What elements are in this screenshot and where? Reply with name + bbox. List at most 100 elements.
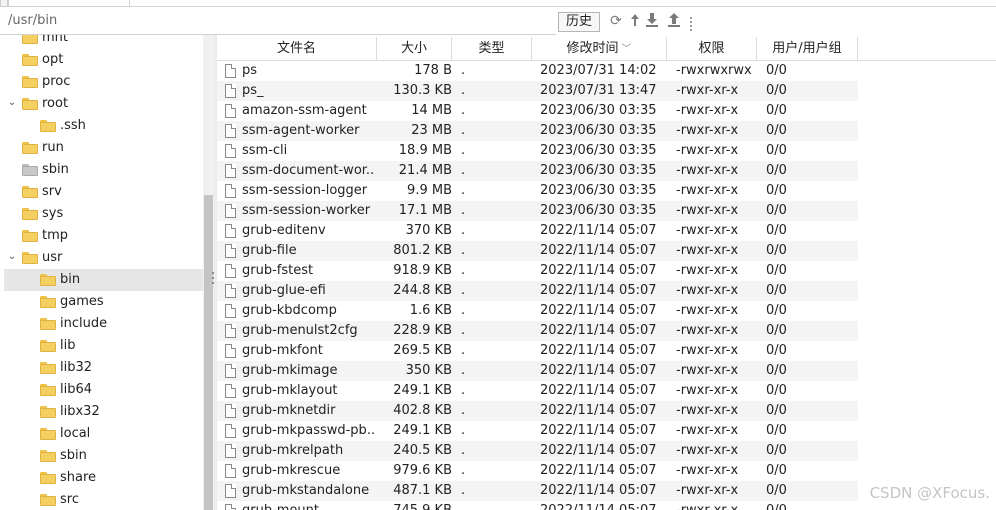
file-type: . <box>461 83 466 98</box>
file-type: . <box>461 323 466 338</box>
tree-item[interactable]: mnt <box>4 35 203 49</box>
column-header-modified[interactable]: 修改时间 ﹀ <box>532 37 667 61</box>
tree-item[interactable]: games <box>4 291 203 313</box>
file-modified: 2022/11/14 05:07 <box>540 343 657 358</box>
file-modified: 2022/11/14 05:07 <box>540 483 657 498</box>
tree-item[interactable]: include <box>4 313 203 335</box>
table-row[interactable]: grub-file 801.2 KB. 2022/11/14 05:07 -rwxr-… <box>217 241 858 261</box>
tree-item-label: sbin <box>60 448 87 463</box>
table-row[interactable]: grub-editenv 370 KB. 2022/11/14 05:07 -rwxr… <box>217 221 858 241</box>
column-header-type[interactable]: 类型 <box>452 37 532 61</box>
tree-item-label: local <box>60 426 91 441</box>
toolbar-grip[interactable] <box>690 17 693 33</box>
table-row[interactable]: grub-mkrelpath 240.5 KB. 2022/11/14 05:07 -… <box>217 441 858 461</box>
table-row[interactable]: amazon-ssm-agent 14 MB. 2023/06/30 03:35 -r… <box>217 101 858 121</box>
path-bar: /usr/bin 历史 ⟳ <box>0 9 996 35</box>
tab-edge-active[interactable] <box>8 0 130 7</box>
file-permissions: -rwxr-xr-x <box>676 483 739 498</box>
table-row[interactable]: ps 178 B. 2023/07/31 14:02 -rwxrwxrwx 0/0 <box>217 61 858 81</box>
table-row[interactable]: grub-mount745.9 KB. 2022/11/14 05:07 -rwxr… <box>217 501 858 510</box>
table-row[interactable]: grub-mkrescue 979.6 KB. 2022/11/14 05:07 -r… <box>217 461 858 481</box>
table-row[interactable]: grub-mkfont 269.5 KB. 2022/11/14 05:07 -rwx… <box>217 341 858 361</box>
table-row[interactable]: grub-fstest 918.9 KB. 2022/11/14 05:07 -rwx… <box>217 261 858 281</box>
expand-chevron-icon[interactable]: ⌄ <box>6 251 18 263</box>
download-icon[interactable] <box>644 12 660 30</box>
table-row[interactable]: grub-mkstandalone 487.1 KB. 2022/11/14 05:… <box>217 481 858 501</box>
table-row[interactable]: ssm-session-logger 9.9 MB. 2023/06/30 03:3… <box>217 181 858 201</box>
table-row[interactable]: ssm-document-wor... 21.4 MB. 2023/06/30 03… <box>217 161 858 181</box>
tree-item-label: games <box>60 294 104 309</box>
table-row[interactable]: grub-glue-efi 244.8 KB. 2022/11/14 05:07 -r… <box>217 281 858 301</box>
file-modified: 2022/11/14 05:07 <box>540 303 657 318</box>
column-header-name[interactable]: 文件名 <box>217 37 377 61</box>
tree-item[interactable]: src <box>4 489 203 510</box>
file-icon <box>225 404 236 418</box>
tree-item[interactable]: lib <box>4 335 203 357</box>
file-permissions: -rwxr-xr-x <box>676 263 739 278</box>
tree-item[interactable]: run <box>4 137 203 159</box>
folder-tree: mnt opt proc ⌄ root .ssh run sbin srv sys tmp ⌄ usr b… <box>0 35 203 510</box>
table-row[interactable]: grub-mknetdir 402.8 KB. 2022/11/14 05:07 -r… <box>217 401 858 421</box>
file-icon <box>225 384 236 398</box>
tree-item[interactable]: proc <box>4 71 203 93</box>
file-permissions: -rwxr-xr-x <box>676 163 739 178</box>
file-icon <box>225 324 236 338</box>
tree-scrollbar-thumb[interactable] <box>204 195 213 510</box>
table-row[interactable]: ps_ 130.3 KB. 2023/07/31 13:47 -rwxr-xr-x 0/… <box>217 81 858 101</box>
table-row[interactable]: grub-kbdcomp 1.6 KB. 2022/11/14 05:07 -rwxr… <box>217 301 858 321</box>
file-size: 14 MB <box>411 103 452 118</box>
history-button[interactable]: 历史 <box>558 12 600 32</box>
splitter-grip[interactable] <box>212 272 215 290</box>
file-permissions: -rwxrwxrwx <box>676 63 752 78</box>
table-row[interactable]: grub-menulst2cfg 228.9 KB. 2022/11/14 05:0… <box>217 321 858 341</box>
file-name: ssm-document-wor... <box>242 163 374 178</box>
tree-item[interactable]: bin <box>4 269 203 291</box>
file-owner: 0/0 <box>766 63 787 78</box>
tree-item[interactable]: local <box>4 423 203 445</box>
tree-item-label: proc <box>42 74 71 89</box>
tab-strip-line <box>130 6 996 7</box>
file-type: . <box>461 343 466 358</box>
refresh-icon[interactable]: ⟳ <box>608 12 624 30</box>
file-name: grub-mkfont <box>242 343 323 358</box>
folder-icon <box>22 230 38 242</box>
tree-item[interactable]: share <box>4 467 203 489</box>
tree-item-label: usr <box>42 250 63 265</box>
tree-item[interactable]: lib64 <box>4 379 203 401</box>
tree-item[interactable]: lib32 <box>4 357 203 379</box>
table-row[interactable]: grub-mkpasswd-pb... 249.1 KB. 2022/11/14 0… <box>217 421 858 441</box>
expand-chevron-icon[interactable]: ⌄ <box>6 97 18 109</box>
table-row[interactable]: grub-mklayout 249.1 KB. 2022/11/14 05:07 -r… <box>217 381 858 401</box>
table-row[interactable]: grub-mkimage 350 KB. 2022/11/14 05:07 -rwxr… <box>217 361 858 381</box>
folder-icon <box>40 472 56 484</box>
file-owner: 0/0 <box>766 263 787 278</box>
file-type: . <box>461 103 466 118</box>
file-size: 801.2 KB <box>393 243 452 258</box>
column-header-size[interactable]: 大小 <box>377 37 452 61</box>
table-row[interactable]: ssm-session-worker 17.1 MB. 2023/06/30 03:… <box>217 201 858 221</box>
tab-edge-left[interactable] <box>0 0 8 7</box>
tree-item[interactable]: libx32 <box>4 401 203 423</box>
file-permissions: -rwxr-xr-x <box>676 223 739 238</box>
tree-item[interactable]: sbin <box>4 445 203 467</box>
tree-item[interactable]: opt <box>4 49 203 71</box>
table-row[interactable]: ssm-agent-worker 23 MB. 2023/06/30 03:35 -r… <box>217 121 858 141</box>
tree-item[interactable]: srv <box>4 181 203 203</box>
tree-item[interactable]: .ssh <box>4 115 203 137</box>
tree-item[interactable]: sbin <box>4 159 203 181</box>
parent-dir-icon[interactable] <box>627 12 643 30</box>
file-list-header: 文件名 大小 类型 修改时间 ﹀ 权限 用户/用户组 <box>217 37 996 61</box>
file-owner: 0/0 <box>766 103 787 118</box>
file-size: 240.5 KB <box>393 443 452 458</box>
file-type: . <box>461 383 466 398</box>
tree-item[interactable]: tmp <box>4 225 203 247</box>
upload-icon[interactable] <box>666 12 682 30</box>
tree-item[interactable]: ⌄ root <box>4 93 203 115</box>
tree-item[interactable]: ⌄ usr <box>4 247 203 269</box>
tree-item[interactable]: sys <box>4 203 203 225</box>
path-input[interactable]: /usr/bin <box>8 13 57 28</box>
column-header-owner[interactable]: 用户/用户组 <box>757 37 858 61</box>
file-permissions: -rwxr-xr-x <box>676 103 739 118</box>
table-row[interactable]: ssm-cli 18.9 MB. 2023/06/30 03:35 -rwxr-xr-… <box>217 141 858 161</box>
column-header-permissions[interactable]: 权限 <box>667 37 757 61</box>
